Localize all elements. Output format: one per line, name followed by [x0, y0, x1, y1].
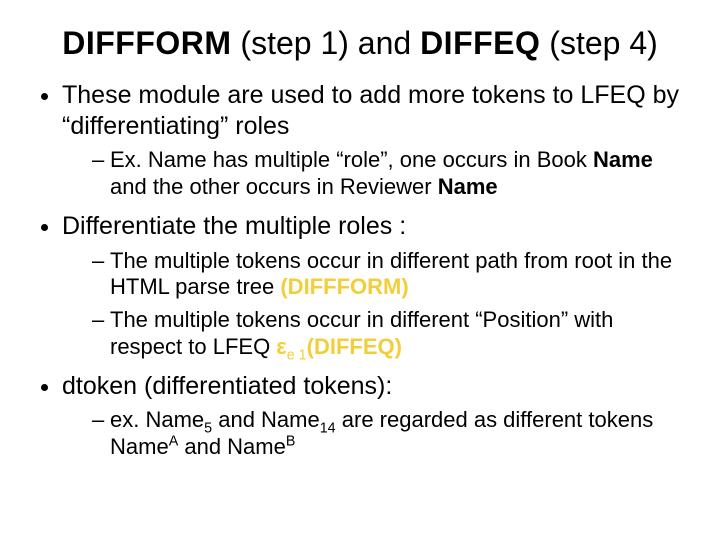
bullet-2-sub-2: The multiple tokens occur in different “…	[92, 307, 682, 361]
bullet-1: These module are used to add more tokens…	[62, 80, 682, 201]
b1s1-b: Name	[593, 147, 653, 172]
bullet-1-sub: Ex. Name has multiple “role”, one occurs…	[62, 147, 682, 201]
bullet-list: These module are used to add more tokens…	[38, 80, 682, 461]
b3s1-d: and Name	[178, 434, 286, 459]
bullet-2-sub-1: The multiple tokens occur in different p…	[92, 248, 682, 302]
b3s1-sup1: A	[169, 434, 179, 450]
b2s2-eps: εe 1(DIFFEQ)	[276, 334, 402, 359]
b3s1-sub2: 14	[320, 421, 336, 437]
title-text-1: (step 1)	[232, 25, 358, 61]
title-code-1: DIFFFORM	[62, 25, 231, 61]
b2s2-sub: e 1	[287, 347, 307, 363]
b2s2-eps-char: ε	[276, 334, 286, 359]
b1s1-a: Ex. Name has multiple “role”, one occurs…	[110, 147, 593, 172]
title-and: and	[358, 25, 411, 61]
b3s1-a: ex. Name	[110, 407, 204, 432]
b3s1-b: and Name	[212, 407, 320, 432]
b1s1-c: and the other occurs in Reviewer	[110, 174, 438, 199]
bullet-1-sub-1: Ex. Name has multiple “role”, one occurs…	[92, 147, 682, 201]
title-space	[411, 25, 420, 61]
b1s1-d: Name	[438, 174, 498, 199]
bullet-3-sub-1: ex. Name5 and Name14 are regarded as dif…	[92, 407, 682, 461]
bullet-2: Differentiate the multiple roles : The m…	[62, 211, 682, 361]
bullet-3: dtoken (differentiated tokens): ex. Name…	[62, 371, 682, 461]
bullet-3-text: dtoken (differentiated tokens):	[62, 372, 392, 400]
title-text-2: (step 4)	[540, 25, 657, 61]
b2s1-b: (DIFFFORM)	[280, 274, 408, 299]
slide-title: DIFFFORM (step 1) and DIFFEQ (step 4)	[38, 24, 682, 62]
b3s1-sup2: B	[286, 434, 296, 450]
bullet-1-text: These module are used to add more tokens…	[62, 81, 679, 140]
title-code-2: DIFFEQ	[420, 25, 540, 61]
bullet-3-sub: ex. Name5 and Name14 are regarded as dif…	[62, 407, 682, 461]
bullet-2-text: Differentiate the multiple roles :	[62, 212, 406, 240]
b2s2-c: (DIFFEQ)	[307, 334, 402, 359]
bullet-2-sub: The multiple tokens occur in different p…	[62, 248, 682, 361]
slide: DIFFFORM (step 1) and DIFFEQ (step 4) Th…	[0, 0, 720, 540]
